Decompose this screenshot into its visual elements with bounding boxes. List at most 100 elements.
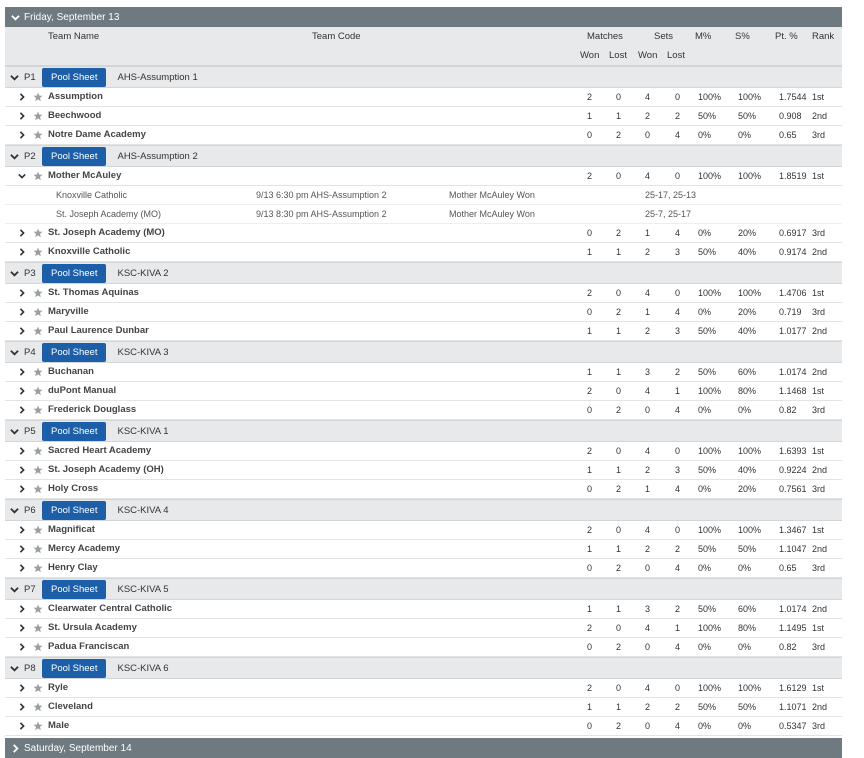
team-name[interactable]: Notre Dame Academy xyxy=(48,126,146,144)
chevron-down-icon[interactable] xyxy=(10,664,19,673)
chevron-down-icon[interactable] xyxy=(10,73,19,82)
team-name[interactable]: Clearwater Central Catholic xyxy=(48,600,172,618)
star-icon[interactable] xyxy=(33,228,43,238)
team-row[interactable]: Clearwater Central Catholic 1 1 3 2 50% 60% 1.0… xyxy=(5,600,842,619)
chevron-right-icon[interactable] xyxy=(18,112,26,120)
team-row[interactable]: Padua Franciscan 0 2 0 4 0% 0% 0.82 3rd xyxy=(5,638,842,657)
team-name[interactable]: Henry Clay xyxy=(48,559,98,577)
chevron-right-icon[interactable] xyxy=(18,545,26,553)
chevron-right-icon[interactable] xyxy=(18,703,26,711)
star-icon[interactable] xyxy=(33,623,43,633)
pool-sheet-button[interactable]: Pool Sheet xyxy=(42,67,107,87)
star-icon[interactable] xyxy=(33,702,43,712)
chevron-right-icon[interactable] xyxy=(18,526,26,534)
chevron-right-icon[interactable] xyxy=(18,643,26,651)
team-name[interactable]: Padua Franciscan xyxy=(48,638,129,656)
star-icon[interactable] xyxy=(33,92,43,102)
team-row[interactable]: Sacred Heart Academy 2 0 4 0 100% 100% 1.6393 1s… xyxy=(5,442,842,461)
star-icon[interactable] xyxy=(33,563,43,573)
team-name[interactable]: St. Joseph Academy (MO) xyxy=(48,224,165,242)
team-name[interactable]: St. Ursula Academy xyxy=(48,619,137,637)
chevron-down-icon[interactable] xyxy=(10,506,19,515)
team-name[interactable]: Beechwood xyxy=(48,107,101,125)
team-row[interactable]: Maryville 0 2 1 4 0% 20% 0.719 3rd xyxy=(5,303,842,322)
chevron-down-icon[interactable] xyxy=(10,585,19,594)
star-icon[interactable] xyxy=(33,642,43,652)
team-row[interactable]: Paul Laurence Dunbar 1 1 2 3 50% 40% 1.0177 2nd xyxy=(5,322,842,341)
chevron-right-icon[interactable] xyxy=(18,564,26,572)
team-row[interactable]: Beechwood 1 1 2 2 50% 50% 0.908 2nd xyxy=(5,107,842,126)
chevron-right-icon[interactable] xyxy=(18,605,26,613)
chevron-right-icon[interactable] xyxy=(18,466,26,474)
chevron-down-icon[interactable] xyxy=(18,172,26,180)
team-name[interactable]: Knoxville Catholic xyxy=(48,243,130,261)
team-name[interactable]: St. Joseph Academy (OH) xyxy=(48,461,164,479)
pool-sheet-button[interactable]: Pool Sheet xyxy=(42,579,107,599)
team-row[interactable]: St. Joseph Academy (OH) 1 1 2 3 50% 40% 0.9224 2… xyxy=(5,461,842,480)
team-row[interactable]: St. Ursula Academy 2 0 4 1 100% 80% 1.1495 1st xyxy=(5,619,842,638)
pool-sheet-button[interactable]: Pool Sheet xyxy=(42,342,107,362)
team-row[interactable]: Assumption 2 0 4 0 100% 100% 1.7544 1st xyxy=(5,88,842,107)
star-icon[interactable] xyxy=(33,307,43,317)
team-name[interactable]: Paul Laurence Dunbar xyxy=(48,322,149,340)
pool-sheet-button[interactable]: Pool Sheet xyxy=(42,263,107,283)
star-icon[interactable] xyxy=(33,130,43,140)
star-icon[interactable] xyxy=(33,405,43,415)
star-icon[interactable] xyxy=(33,525,43,535)
star-icon[interactable] xyxy=(33,247,43,257)
star-icon[interactable] xyxy=(33,171,43,181)
pool-sheet-button[interactable]: Pool Sheet xyxy=(42,421,107,441)
team-name[interactable]: St. Thomas Aquinas xyxy=(48,284,139,302)
pool-sheet-button[interactable]: Pool Sheet xyxy=(42,500,107,520)
team-name[interactable]: Magnificat xyxy=(48,521,95,539)
team-row[interactable]: Knoxville Catholic 1 1 2 3 50% 40% 0.9174 2nd xyxy=(5,243,842,262)
team-name[interactable]: Male xyxy=(48,717,69,735)
chevron-right-icon[interactable] xyxy=(18,447,26,455)
team-row[interactable]: Male 0 2 0 4 0% 0% 0.5347 3rd xyxy=(5,717,842,736)
chevron-right-icon[interactable] xyxy=(18,229,26,237)
star-icon[interactable] xyxy=(33,446,43,456)
chevron-right-icon[interactable] xyxy=(18,624,26,632)
team-row[interactable]: Ryle 2 0 4 0 100% 100% 1.6129 1st xyxy=(5,679,842,698)
chevron-right-icon[interactable] xyxy=(18,406,26,414)
chevron-right-icon[interactable] xyxy=(18,93,26,101)
chevron-down-icon[interactable] xyxy=(10,269,19,278)
chevron-down-icon[interactable] xyxy=(10,427,19,436)
pool-sheet-button[interactable]: Pool Sheet xyxy=(42,658,107,678)
star-icon[interactable] xyxy=(33,367,43,377)
team-name[interactable]: Sacred Heart Academy xyxy=(48,442,151,460)
team-row[interactable]: duPont Manual 2 0 4 1 100% 80% 1.1468 1st xyxy=(5,382,842,401)
team-row[interactable]: Magnificat 2 0 4 0 100% 100% 1.3467 1st xyxy=(5,521,842,540)
day-header-friday[interactable]: Friday, September 13 xyxy=(5,7,842,27)
team-name[interactable]: Holy Cross xyxy=(48,480,98,498)
team-row[interactable]: Henry Clay 0 2 0 4 0% 0% 0.65 3rd xyxy=(5,559,842,578)
team-row[interactable]: Buchanan 1 1 3 2 50% 60% 1.0174 2nd xyxy=(5,363,842,382)
team-row[interactable]: Holy Cross 0 2 1 4 0% 20% 0.7561 3rd xyxy=(5,480,842,499)
chevron-right-icon[interactable] xyxy=(18,368,26,376)
chevron-right-icon[interactable] xyxy=(18,485,26,493)
chevron-right-icon[interactable] xyxy=(18,684,26,692)
team-row[interactable]: Cleveland 1 1 2 2 50% 50% 1.1071 2nd xyxy=(5,698,842,717)
team-name[interactable]: Cleveland xyxy=(48,698,93,716)
team-name[interactable]: Mercy Academy xyxy=(48,540,120,558)
team-row[interactable]: Mercy Academy 1 1 2 2 50% 50% 1.1047 2nd xyxy=(5,540,842,559)
team-row[interactable]: Notre Dame Academy 0 2 0 4 0% 0% 0.65 3rd xyxy=(5,126,842,145)
star-icon[interactable] xyxy=(33,465,43,475)
day-header-saturday[interactable]: Saturday, September 14 xyxy=(5,738,842,758)
star-icon[interactable] xyxy=(33,111,43,121)
chevron-right-icon[interactable] xyxy=(18,131,26,139)
team-row[interactable]: St. Thomas Aquinas 2 0 4 0 100% 100% 1.4706 1st xyxy=(5,284,842,303)
chevron-right-icon[interactable] xyxy=(18,722,26,730)
team-name[interactable]: Mother McAuley xyxy=(48,167,121,185)
chevron-right-icon[interactable] xyxy=(18,308,26,316)
team-name[interactable]: Maryville xyxy=(48,303,89,321)
star-icon[interactable] xyxy=(33,326,43,336)
star-icon[interactable] xyxy=(33,721,43,731)
chevron-right-icon[interactable] xyxy=(18,327,26,335)
team-name[interactable]: Ryle xyxy=(48,679,68,697)
chevron-down-icon[interactable] xyxy=(10,348,19,357)
star-icon[interactable] xyxy=(33,683,43,693)
chevron-right-icon[interactable] xyxy=(18,248,26,256)
team-name[interactable]: Assumption xyxy=(48,88,103,106)
team-name[interactable]: Frederick Douglass xyxy=(48,401,136,419)
